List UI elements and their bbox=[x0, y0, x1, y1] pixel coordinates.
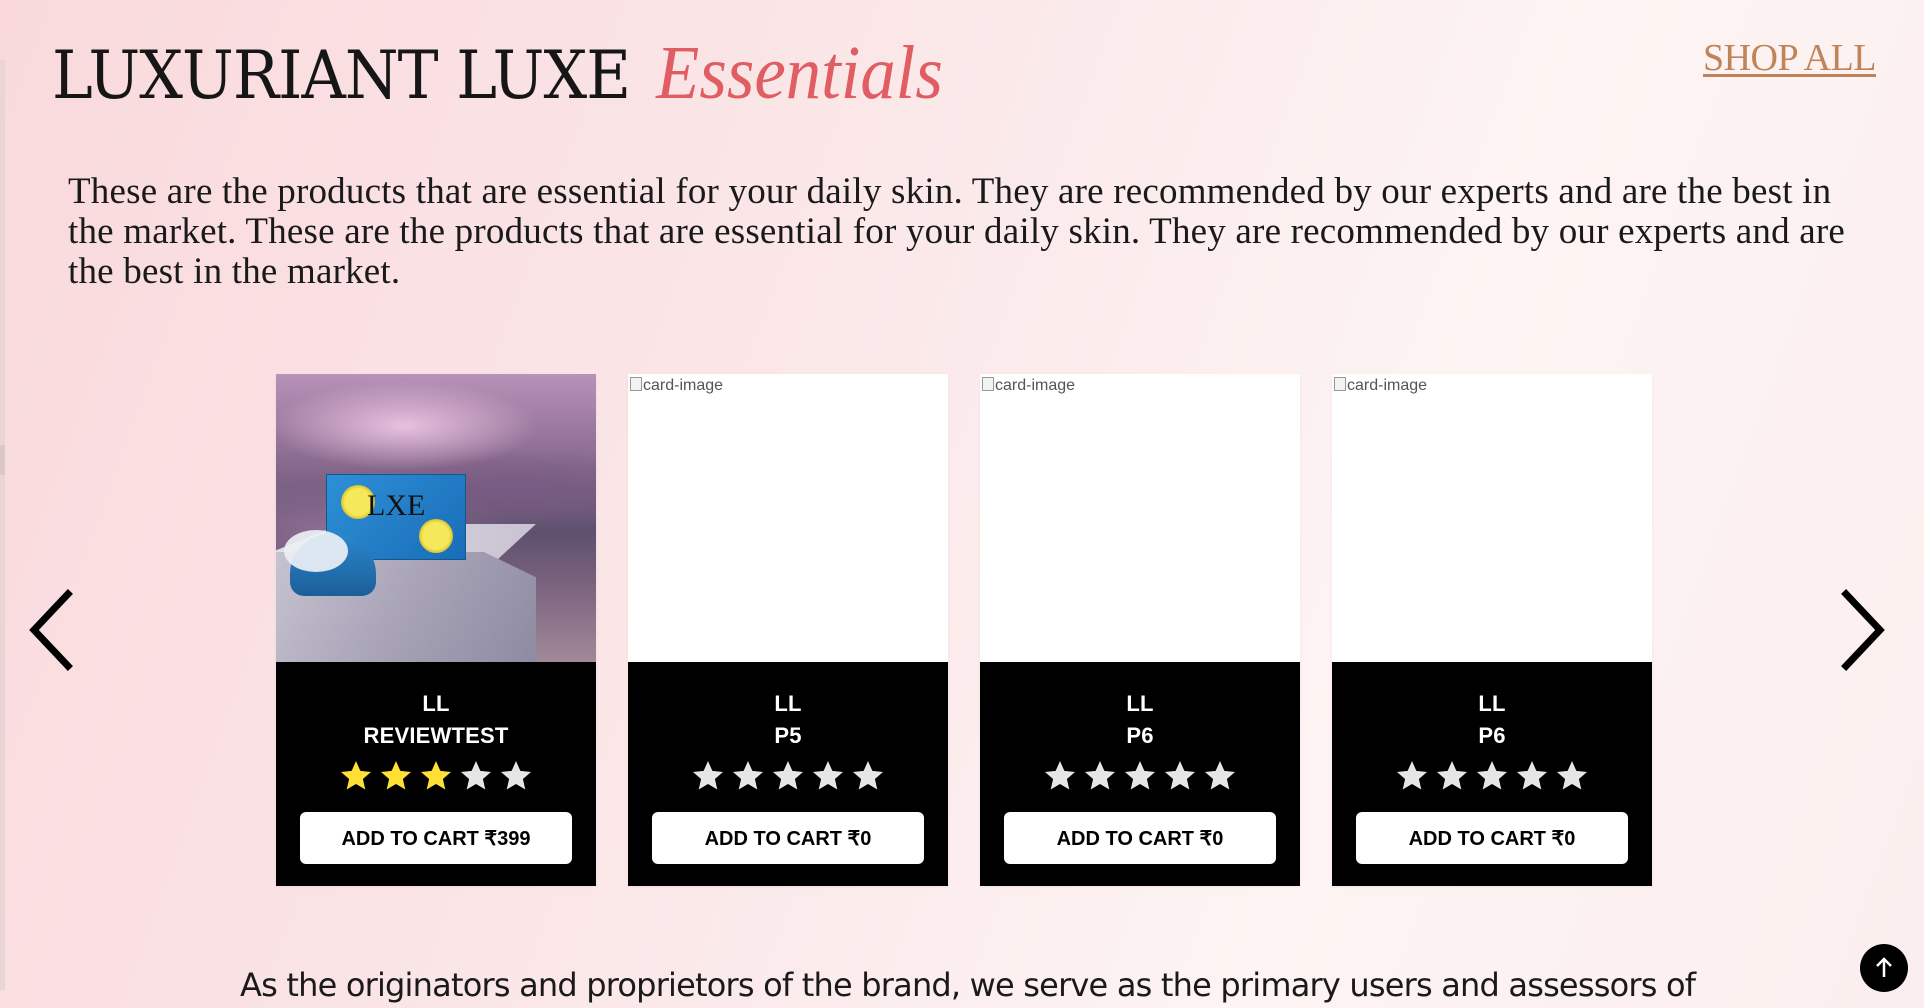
product-info: LL P5 ADD TO CART ₹0 bbox=[628, 662, 948, 886]
star-empty-icon bbox=[501, 761, 531, 790]
star-empty-icon bbox=[773, 761, 803, 790]
product-photo: LXE bbox=[276, 374, 596, 662]
star-empty-icon bbox=[1205, 761, 1235, 790]
product-info: LL REVIEWTEST ADD TO CART ₹399 bbox=[276, 662, 596, 886]
star-filled-icon bbox=[381, 761, 411, 790]
star-empty-icon bbox=[1477, 761, 1507, 790]
product-card[interactable]: card-image LL P6 ADD TO CART ₹0 bbox=[1332, 374, 1652, 886]
product-name: REVIEWTEST bbox=[363, 723, 509, 748]
product-brand: LL bbox=[1126, 691, 1154, 716]
product-card[interactable]: LXE LL REVIEWTEST ADD TO CART ₹399 bbox=[276, 374, 596, 886]
add-to-cart-button[interactable]: ADD TO CART ₹0 bbox=[1004, 812, 1276, 864]
star-empty-icon bbox=[1165, 761, 1195, 790]
add-to-cart-button[interactable]: ADD TO CART ₹399 bbox=[300, 812, 572, 864]
product-image[interactable]: card-image bbox=[1332, 374, 1652, 662]
star-empty-icon bbox=[1397, 761, 1427, 790]
product-name: P5 bbox=[774, 723, 802, 748]
star-empty-icon bbox=[853, 761, 883, 790]
section-title: LUXURIANT LUXE Essentials bbox=[52, 30, 943, 117]
rating-stars bbox=[276, 758, 596, 798]
chevron-right-icon bbox=[1841, 589, 1885, 671]
product-card[interactable]: card-image LL P5 ADD TO CART ₹0 bbox=[628, 374, 948, 886]
rating-stars bbox=[1332, 758, 1652, 798]
arrow-up-icon bbox=[1876, 957, 1892, 977]
title-accent: Essentials bbox=[656, 31, 943, 115]
product-image[interactable]: card-image bbox=[980, 374, 1300, 662]
add-to-cart-button[interactable]: ADD TO CART ₹0 bbox=[652, 812, 924, 864]
star-empty-icon bbox=[1085, 761, 1115, 790]
star-empty-icon bbox=[693, 761, 723, 790]
carousel-next-button[interactable] bbox=[1832, 588, 1892, 672]
chevron-left-icon bbox=[29, 589, 73, 671]
image-alt-text: card-image bbox=[628, 377, 723, 395]
product-info: LL P6 ADD TO CART ₹0 bbox=[1332, 662, 1652, 886]
page-edge bbox=[0, 60, 5, 990]
star-empty-icon bbox=[1437, 761, 1467, 790]
star-empty-icon bbox=[1557, 761, 1587, 790]
carousel-prev-button[interactable] bbox=[24, 588, 84, 672]
product-image[interactable]: card-image bbox=[628, 374, 948, 662]
product-brand: LL bbox=[774, 691, 802, 716]
star-filled-icon bbox=[341, 761, 371, 790]
star-empty-icon bbox=[1517, 761, 1547, 790]
image-alt-text: card-image bbox=[980, 377, 1075, 395]
shop-all-link[interactable]: SHOP ALL bbox=[1703, 36, 1877, 80]
image-alt-text: card-image bbox=[1332, 377, 1427, 395]
product-name: P6 bbox=[1478, 723, 1506, 748]
star-empty-icon bbox=[1045, 761, 1075, 790]
product-card[interactable]: card-image LL P6 ADD TO CART ₹0 bbox=[980, 374, 1300, 886]
product-brand: LL bbox=[422, 691, 450, 716]
star-empty-icon bbox=[733, 761, 763, 790]
add-to-cart-button[interactable]: ADD TO CART ₹0 bbox=[1356, 812, 1628, 864]
title-main: LUXURIANT LUXE bbox=[52, 37, 631, 114]
product-image[interactable]: LXE bbox=[276, 374, 596, 662]
star-empty-icon bbox=[1125, 761, 1155, 790]
brand-story-text: As the originators and proprietors of th… bbox=[240, 966, 1696, 1004]
scroll-to-top-button[interactable] bbox=[1860, 944, 1908, 992]
rating-stars bbox=[980, 758, 1300, 798]
star-filled-icon bbox=[421, 761, 451, 790]
product-info: LL P6 ADD TO CART ₹0 bbox=[980, 662, 1300, 886]
product-brand: LL bbox=[1478, 691, 1506, 716]
section-description: These are the products that are essentia… bbox=[68, 171, 1846, 292]
star-empty-icon bbox=[461, 761, 491, 790]
star-empty-icon bbox=[813, 761, 843, 790]
rating-stars bbox=[628, 758, 948, 798]
product-name: P6 bbox=[1126, 723, 1154, 748]
page-edge-mark bbox=[0, 445, 5, 475]
